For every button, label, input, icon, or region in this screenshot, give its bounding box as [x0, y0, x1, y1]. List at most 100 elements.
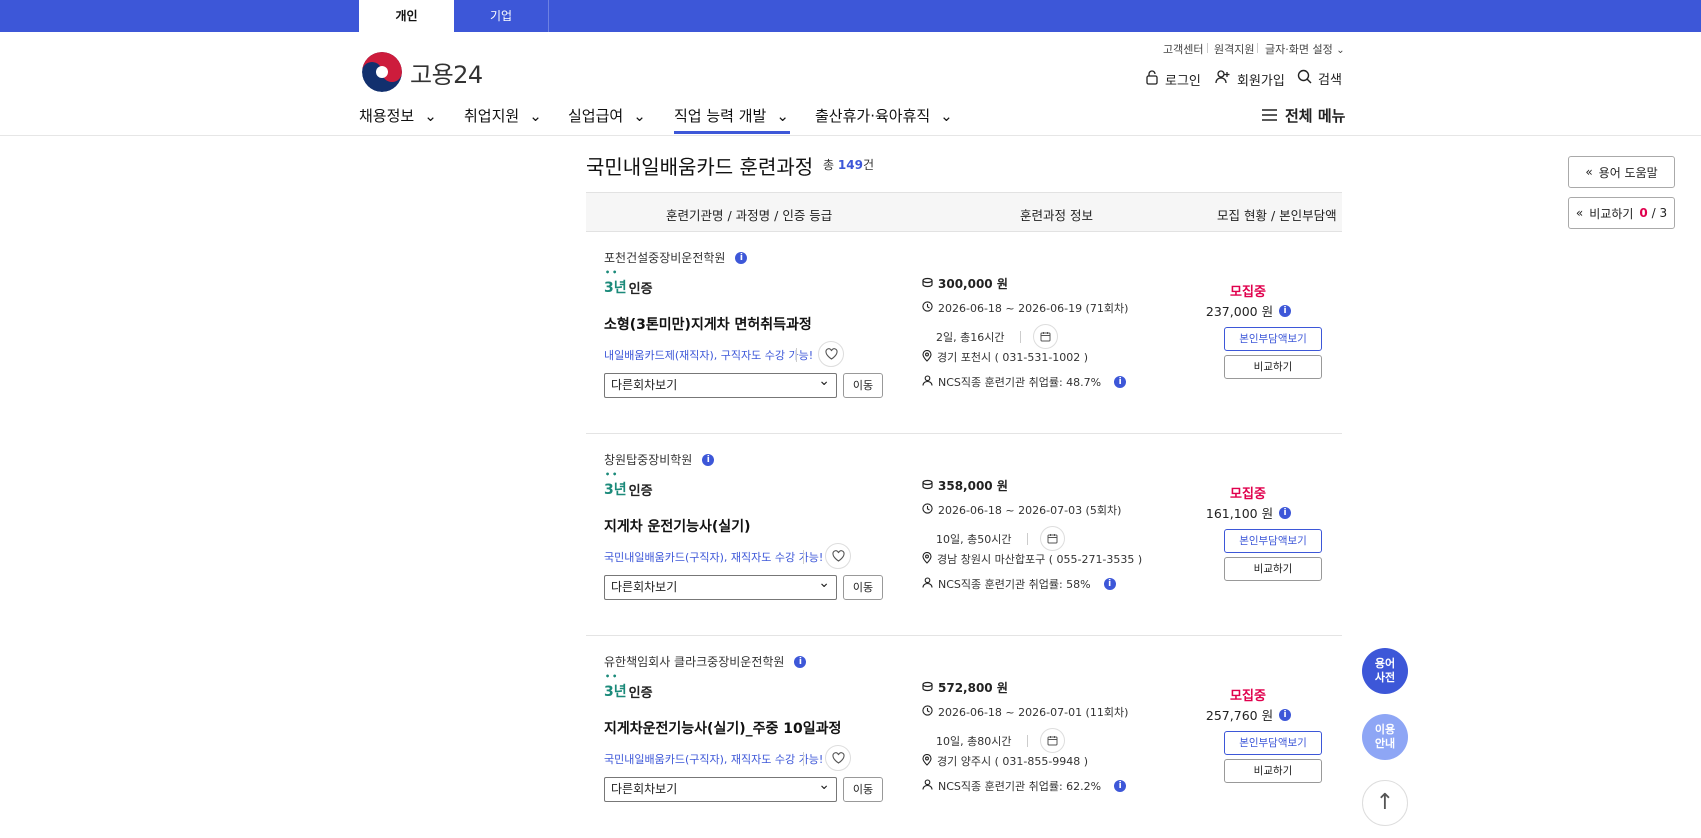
- course-name[interactable]: 소형(3톤미만)지게차 면허취득과정: [604, 314, 812, 334]
- ncs-employment-rate: NCS직종 훈련기관 취업률: 62.2% i: [922, 778, 1127, 794]
- calendar-icon[interactable]: [1040, 728, 1066, 753]
- gnb-item-skill-development[interactable]: 직업 능력 개발 ⌄: [674, 105, 789, 126]
- recruit-status: 모집중: [1230, 285, 1266, 300]
- tab-personal[interactable]: 개인: [359, 0, 454, 32]
- chevron-down-icon: ⌄: [940, 106, 953, 125]
- institution-name[interactable]: 창원탑중장비학원 i: [604, 451, 715, 468]
- self-pay-amount: 257,760 원 i: [1186, 705, 1311, 724]
- glossary-button[interactable]: « 용어 도움말: [1568, 156, 1675, 188]
- info-icon[interactable]: i: [1279, 708, 1292, 721]
- fee-value: 358,000 원: [938, 479, 1008, 493]
- top-bar: 개인 기업: [0, 0, 1701, 32]
- signup-link[interactable]: 회원가입: [1215, 69, 1285, 89]
- compare-current: 0: [1639, 206, 1648, 220]
- gnb-label: 직업 능력 개발: [674, 107, 767, 125]
- info-icon[interactable]: i: [1279, 506, 1292, 519]
- gnb-item-parental-leave[interactable]: 출산휴가·육아휴직 ⌄: [815, 105, 953, 126]
- util-customer-center[interactable]: 고객센터: [1163, 41, 1203, 57]
- ncs-value: NCS직종 훈련기관 취업률: 58%: [938, 578, 1091, 591]
- other-session-select[interactable]: 다른회차보기: [604, 572, 837, 600]
- training-fee: 572,800 원: [922, 679, 1008, 696]
- info-icon[interactable]: i: [1279, 304, 1292, 317]
- util-display-settings[interactable]: 글자·화면 설정 ⌄: [1265, 41, 1345, 57]
- go-button[interactable]: 이동: [843, 777, 883, 802]
- info-icon[interactable]: i: [1114, 780, 1127, 792]
- search-label: 검색: [1318, 73, 1342, 88]
- term-dictionary-button[interactable]: 용어 사전: [1362, 648, 1408, 694]
- glossary-label: 용어 도움말: [1598, 165, 1658, 180]
- person-icon: [922, 779, 933, 793]
- count-value: 149: [837, 158, 863, 172]
- info-icon[interactable]: i: [794, 655, 807, 668]
- compare-button[interactable]: 비교하기: [1224, 759, 1322, 783]
- calendar-icon[interactable]: [1040, 526, 1066, 551]
- other-session-select[interactable]: 다른회차보기: [604, 370, 837, 398]
- usage-guide-button[interactable]: 이용 안내: [1362, 714, 1408, 760]
- util-remote-support[interactable]: 원격지원: [1214, 41, 1254, 57]
- hours-value: 10일, 총50시간: [936, 532, 1012, 546]
- info-icon[interactable]: i: [735, 251, 748, 264]
- compare-button[interactable]: 비교하기: [1224, 355, 1322, 379]
- other-session-select[interactable]: 다른회차보기: [604, 774, 837, 802]
- training-hours: 2일, 총16시간: [936, 324, 1059, 349]
- fee-value: 572,800 원: [938, 681, 1008, 695]
- search-link[interactable]: 검색: [1297, 69, 1342, 88]
- divider: [803, 550, 804, 564]
- login-link[interactable]: 로그인: [1145, 69, 1201, 89]
- logo-emblem[interactable]: [362, 52, 402, 92]
- gnb-item-employment-support[interactable]: 취업지원 ⌄: [464, 105, 542, 126]
- chevron-down-icon: ⌄: [1336, 45, 1345, 56]
- address-value: 경기 양주시 ( 031-855-9948 ): [937, 755, 1089, 768]
- guide-line2: 안내: [1374, 737, 1396, 750]
- divider: [1257, 43, 1258, 53]
- scroll-top-button[interactable]: ↑: [1362, 780, 1408, 826]
- double-chevron-left-icon: «: [1575, 206, 1584, 220]
- course-card: 창원탑중장비학원 i 3년 인증 지게차 운전기능사(실기) 국민내일배움카드(…: [586, 434, 1342, 636]
- view-self-pay-button[interactable]: 본인부담액보기: [1224, 327, 1322, 351]
- info-icon[interactable]: i: [1114, 376, 1127, 388]
- ncs-value: NCS직종 훈련기관 취업률: 48.7%: [938, 376, 1102, 389]
- course-name[interactable]: 지게차운전기능사(실기)_주중 10일과정: [604, 718, 841, 738]
- logo-text[interactable]: 고용24: [410, 55, 483, 90]
- chevron-down-icon: ⌄: [633, 106, 646, 125]
- training-fee: 300,000 원: [922, 275, 1008, 292]
- tab-company[interactable]: 기업: [454, 0, 549, 32]
- clock-icon: [922, 301, 933, 315]
- chevron-down-icon: ⌄: [776, 106, 789, 125]
- chevron-down-icon: ⌄: [424, 106, 437, 125]
- divider: [796, 348, 797, 362]
- clock-icon: [922, 503, 933, 517]
- course-card: 유한책임회사 클라크중장비운전학원 i 3년 인증 지게차운전기능사(실기)_주…: [586, 636, 1342, 838]
- favorite-heart-icon[interactable]: [818, 341, 844, 367]
- training-period: 2026-06-18 ~ 2026-07-01 (11회차): [922, 704, 1128, 720]
- view-self-pay-button[interactable]: 본인부담액보기: [1224, 529, 1322, 553]
- location-pin-icon: [922, 349, 932, 365]
- go-button[interactable]: 이동: [843, 575, 883, 600]
- training-period: 2026-06-18 ~ 2026-06-19 (71회차): [922, 300, 1128, 316]
- gnb-item-unemployment-benefit[interactable]: 실업급여 ⌄: [568, 105, 646, 126]
- go-button[interactable]: 이동: [843, 373, 883, 398]
- info-icon[interactable]: i: [702, 453, 715, 466]
- favorite-heart-icon[interactable]: [825, 745, 851, 771]
- view-self-pay-button[interactable]: 본인부담액보기: [1224, 731, 1322, 755]
- all-menu-label: 전체 메뉴: [1285, 107, 1346, 125]
- header-divider: [0, 135, 1701, 136]
- training-hours: 10일, 총80시간: [936, 728, 1066, 753]
- institution-name[interactable]: 포천건설중장비운전학원 i: [604, 249, 748, 266]
- institution-name[interactable]: 유한책임회사 클라크중장비운전학원 i: [604, 653, 807, 670]
- recruit-status: 모집중: [1230, 487, 1266, 502]
- gnb-item-jobs[interactable]: 채용정보 ⌄: [359, 105, 437, 126]
- compare-panel-button[interactable]: « 비교하기 0 / 3: [1568, 197, 1675, 229]
- all-menu-button[interactable]: 전체 메뉴: [1262, 105, 1345, 126]
- calendar-icon[interactable]: [1033, 324, 1059, 349]
- compare-button[interactable]: 비교하기: [1224, 557, 1322, 581]
- info-icon[interactable]: i: [1103, 578, 1116, 590]
- favorite-heart-icon[interactable]: [825, 543, 851, 569]
- training-address: 경기 포천시 ( 031-531-1002 ): [922, 349, 1088, 365]
- price-value: 237,000 원: [1205, 304, 1274, 319]
- compare-total: / 3: [1651, 206, 1668, 220]
- count-prefix: 총: [823, 158, 835, 172]
- course-name[interactable]: 지게차 운전기능사(실기): [604, 516, 750, 536]
- coin-icon: [922, 681, 933, 695]
- user-plus-icon: [1215, 69, 1231, 89]
